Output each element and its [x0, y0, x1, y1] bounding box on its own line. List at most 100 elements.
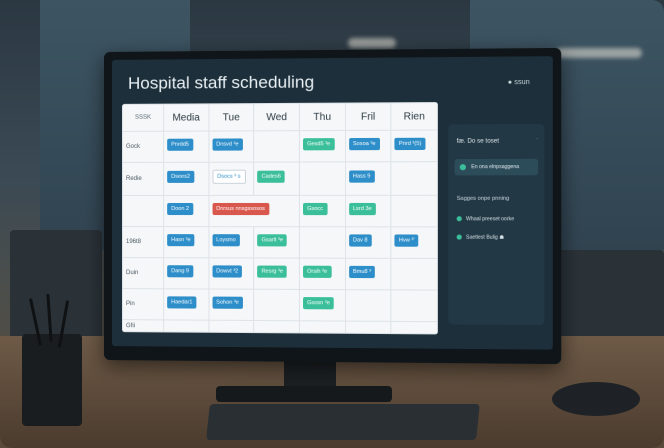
shift-block[interactable]: Gsosn ³e — [302, 297, 335, 310]
shift-block[interactable]: Dav 8 — [348, 234, 372, 247]
shift-block[interactable]: Hasn ³e — [167, 234, 195, 247]
schedule-cell[interactable]: Dav 8 — [345, 226, 392, 259]
shift-block[interactable]: Dnsvd ³e — [212, 138, 243, 151]
schedule-cell[interactable]: Lsrd 3e — [345, 195, 392, 227]
panel-title: fæ. Do se toset — [456, 138, 500, 145]
schedule-cell[interactable] — [391, 258, 438, 291]
schedule-cell[interactable] — [253, 130, 300, 163]
schedule-cell[interactable]: Dang 9 — [163, 257, 209, 290]
keyboard — [206, 404, 480, 440]
shift-block[interactable]: Dsees2 — [167, 170, 195, 183]
schedule-cell[interactable]: Sosoa ³e — [345, 130, 392, 163]
shift-block[interactable]: Gsocc — [302, 202, 328, 216]
schedule-cell[interactable]: Dnrsus nnsgssosos — [208, 195, 300, 227]
schedule-cell[interactable] — [299, 162, 346, 196]
close-icon[interactable]: · — [536, 136, 538, 142]
table-row: Pin Haedar1 Sohon ³e Gsosn ³e — [122, 288, 438, 323]
row-label: Redie — [122, 162, 164, 196]
schedule-cell[interactable] — [253, 289, 300, 322]
schedule-cell[interactable] — [299, 226, 346, 259]
day-header[interactable]: Wed — [253, 103, 300, 131]
schedule-cell[interactable]: Pnrdd5 — [163, 131, 209, 163]
shift-block[interactable]: Dang 9 — [167, 265, 194, 278]
schedule-cell[interactable]: Orsih ³e — [299, 258, 346, 291]
shift-block[interactable]: Dnrsus nnsgssosos — [212, 202, 270, 216]
schedule-cell[interactable]: Pnrd ³(5) — [391, 130, 438, 162]
panel-item-label: Saetlest Bulig ☗ — [465, 234, 505, 241]
shift-block[interactable]: Bmu8 ³ — [348, 266, 376, 279]
page-title: Hospital staff scheduling — [128, 72, 315, 93]
schedule-cell[interactable]: Dsocs ³ s — [208, 162, 254, 196]
schedule-cell[interactable] — [163, 320, 209, 333]
shift-block[interactable]: Lsrd 3e — [348, 202, 376, 216]
photo-frame: Hospital staff scheduling ● ssun SSSK Me… — [0, 0, 664, 448]
schedule-cell[interactable] — [208, 320, 254, 333]
schedule-cell[interactable]: Dowvt ³2 — [208, 258, 254, 290]
table-row: Duin Dang 9 Dowvt ³2 Resrg ³e Orsih ³e Bmu8 ³ — [122, 257, 438, 291]
schedule-cell[interactable]: Loysmo — [208, 226, 254, 259]
shift-block[interactable]: Haedar1 — [167, 296, 197, 309]
schedule-cell[interactable]: Doon 2 — [163, 195, 209, 227]
day-header[interactable]: Thu — [299, 103, 346, 131]
shift-block[interactable]: Cades6 — [257, 170, 285, 183]
schedule-cell[interactable] — [345, 321, 392, 334]
pill-label: En ona elnpsaggena — [471, 164, 520, 171]
shift-block[interactable]: Sosoa ³e — [348, 137, 380, 151]
schedule-cell[interactable]: Dsees2 — [163, 162, 209, 196]
schedule-cell[interactable] — [391, 161, 438, 196]
schedule-cell[interactable] — [391, 290, 438, 323]
table-row: 196t8 Hasn ³e Loysmo Gsarlt ³e Dav 8 Hvw ³' — [122, 226, 438, 259]
row-label: 196t8 — [122, 226, 164, 258]
schedule-cell[interactable]: Gesd5 ³e — [299, 130, 346, 163]
day-header[interactable]: Tue — [208, 103, 254, 132]
shift-block[interactable]: Dowvt ³2 — [212, 265, 243, 278]
panel-list-item[interactable]: Whaal preeset oorke — [456, 216, 515, 223]
schedule-cell[interactable]: Gsarlt ³e — [253, 226, 300, 259]
panel-subtitle: Sagges onpe pnning — [456, 195, 510, 202]
schedule-cell[interactable]: Dnsvd ³e — [208, 130, 254, 163]
staff-status-pill[interactable]: En ona elnpsaggena — [454, 158, 539, 176]
bullet-dot-icon — [456, 234, 462, 240]
schedule-cell[interactable]: Bmu8 ³ — [345, 258, 392, 291]
schedule-cell[interactable]: Resrg ³e — [253, 258, 300, 290]
schedule-cell[interactable] — [253, 320, 300, 333]
shift-block[interactable]: Doon 2 — [167, 202, 194, 216]
schedule-cell[interactable]: Hasn ³e — [163, 226, 209, 259]
shift-block[interactable]: Pnrd ³(5) — [394, 137, 426, 151]
status-indicator: ● ssun — [507, 78, 530, 87]
schedule-cell[interactable] — [391, 321, 438, 334]
schedule-cell[interactable]: Hvw ³' — [391, 226, 438, 259]
schedule-table: SSSK Media Tue Wed Thu Fril Rien Gock Pnr… — [122, 102, 438, 334]
day-header[interactable]: Media — [163, 103, 209, 132]
schedule-cell[interactable]: Gsosn ³e — [299, 289, 346, 322]
day-header[interactable]: Fril — [345, 102, 392, 131]
schedule-cell[interactable]: Haedar1 — [163, 289, 209, 321]
pen-holder — [22, 293, 82, 426]
shift-block[interactable]: Pnrdd5 — [167, 138, 194, 151]
background-desk — [556, 250, 664, 340]
schedule-cell[interactable] — [391, 195, 438, 227]
panel-item-label: Whaal preeset oorke — [465, 216, 515, 223]
shift-block[interactable]: Gsarlt ³e — [257, 234, 288, 247]
shift-block[interactable]: Gesd5 ³e — [302, 138, 335, 151]
panel-list-item[interactable]: Saetlest Bulig ☗ — [456, 234, 505, 241]
shift-block[interactable]: Hvw ³' — [394, 234, 419, 247]
schedule-grid: SSSK Media Tue Wed Thu Fril Rien Gock Pnr… — [121, 102, 438, 335]
schedule-cell[interactable]: Gsocc — [299, 195, 346, 227]
shift-block[interactable]: Orsih ³e — [302, 265, 332, 279]
corner-label: SSSK — [122, 104, 164, 132]
shift-block[interactable]: Loysmo — [212, 234, 240, 247]
schedule-cell[interactable]: Sohon ³e — [208, 289, 254, 321]
schedule-cell[interactable] — [345, 290, 392, 322]
schedule-cell[interactable]: Hass 9 — [345, 161, 392, 196]
ceiling-light — [556, 48, 642, 58]
shift-block[interactable]: Dsocs ³ s — [212, 169, 246, 184]
shift-block[interactable]: Sohon ³e — [212, 296, 243, 310]
day-header[interactable]: Rien — [391, 102, 438, 131]
shift-block[interactable]: Resrg ³e — [257, 265, 288, 279]
shift-block[interactable]: Hass 9 — [348, 170, 375, 183]
monitor: Hospital staff scheduling ● ssun SSSK Me… — [104, 47, 562, 365]
table-row: Gfii — [122, 320, 438, 334]
schedule-cell[interactable]: Cades6 — [253, 162, 300, 196]
schedule-cell[interactable] — [299, 321, 346, 334]
